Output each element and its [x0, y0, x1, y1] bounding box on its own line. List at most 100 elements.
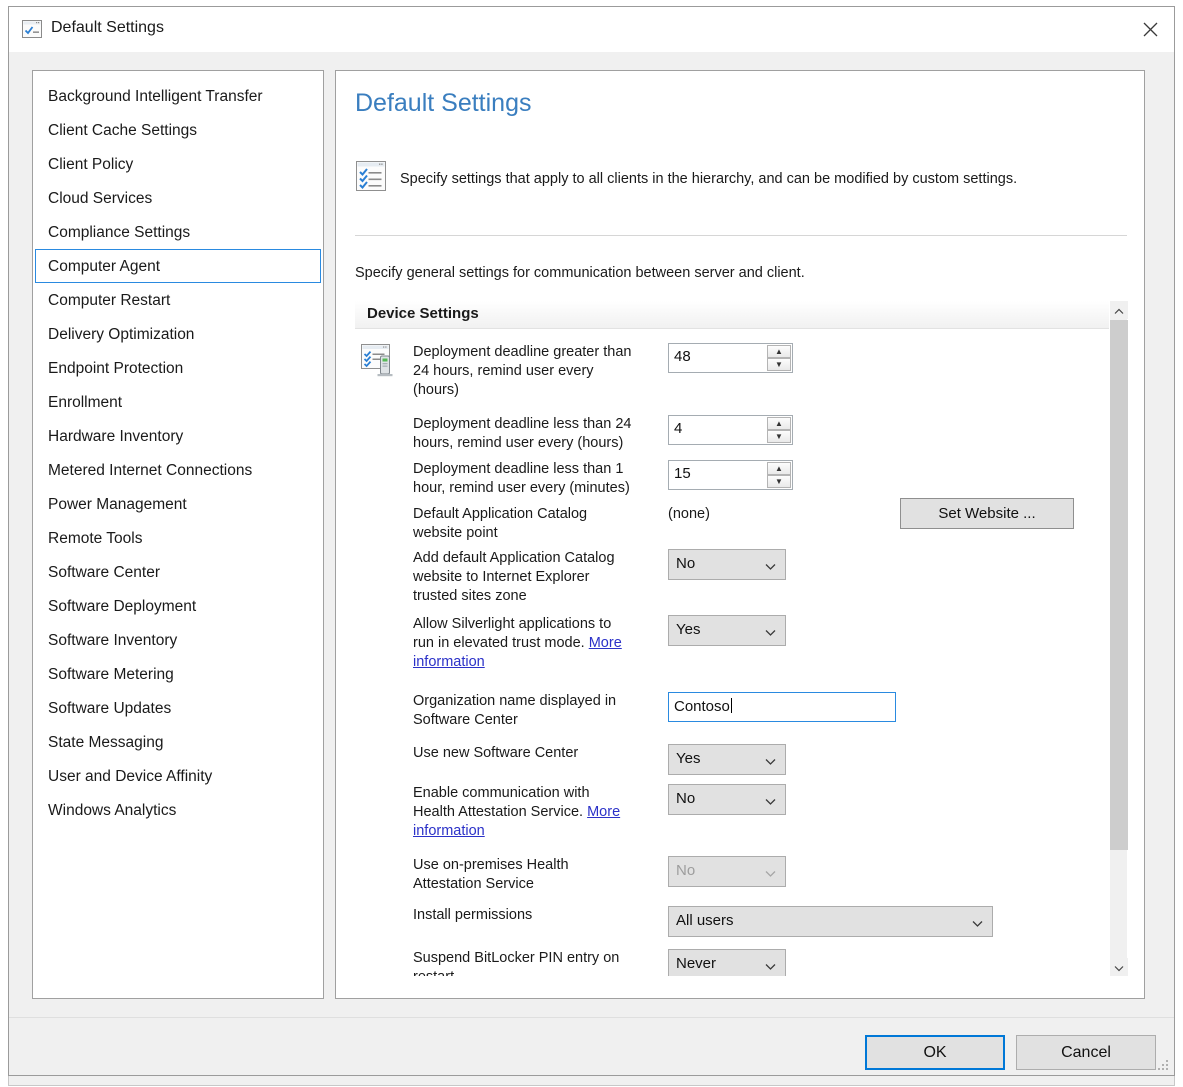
- scrollbar-thumb[interactable]: [1110, 320, 1128, 850]
- chevron-down-icon: [765, 625, 776, 636]
- divider: [355, 235, 1127, 236]
- sidebar-item-power-management[interactable]: Power Management: [35, 487, 321, 521]
- sidebar-item-label: Metered Internet Connections: [48, 462, 252, 479]
- enable-health-attestation-comm-dropdown[interactable]: No: [668, 784, 786, 815]
- set-website-button[interactable]: Set Website ...: [900, 498, 1074, 529]
- close-button[interactable]: [1126, 7, 1174, 51]
- settings-category-list[interactable]: Background Intelligent Transfer Client Ca…: [32, 70, 324, 999]
- organization-name-software-center-value: Contoso: [674, 698, 732, 715]
- sidebar-item-label: Cloud Services: [48, 190, 152, 207]
- sidebar-item-label: Software Updates: [48, 700, 171, 717]
- sidebar-item-client-policy[interactable]: Client Policy: [35, 147, 321, 181]
- spin-up-icon[interactable]: ▲: [767, 417, 791, 430]
- setting-control: 4 ▲▼: [668, 415, 793, 445]
- deadline-less-24h-spinner[interactable]: 4 ▲▼: [668, 415, 793, 445]
- sidebar-item-windows-analytics[interactable]: Windows Analytics: [35, 793, 321, 827]
- setting-label: Deployment deadline less than 1hour, rem…: [413, 460, 661, 498]
- sidebar-item-enrollment[interactable]: Enrollment: [35, 385, 321, 419]
- close-icon: [1143, 22, 1158, 37]
- settings-scrollbar[interactable]: [1109, 301, 1127, 976]
- setting-label: Add default Application Catalogwebsite t…: [413, 549, 661, 606]
- page-title: Default Settings: [355, 89, 532, 118]
- add-default-app-catalog-to-ie-value: No: [676, 555, 695, 572]
- deadline-less-24h-value: 4: [674, 420, 682, 437]
- use-new-software-center-dropdown[interactable]: Yes: [668, 744, 786, 775]
- setting-label: Deployment deadline less than 24hours, r…: [413, 415, 661, 453]
- suspend-bitlocker-pin-dropdown[interactable]: Never: [668, 949, 786, 976]
- sidebar-item-label: Delivery Optimization: [48, 326, 194, 343]
- spin-down-icon[interactable]: ▼: [767, 475, 791, 488]
- resize-grip[interactable]: [1156, 1058, 1170, 1072]
- spin-down-icon[interactable]: ▼: [767, 358, 791, 371]
- sidebar-item-label: Power Management: [48, 496, 187, 513]
- scroll-up-button[interactable]: [1110, 301, 1128, 319]
- sidebar-item-label: Computer Restart: [48, 292, 170, 309]
- cancel-button[interactable]: Cancel: [1016, 1035, 1156, 1070]
- sidebar-item-metered-internet-connections[interactable]: Metered Internet Connections: [35, 453, 321, 487]
- more-information-link-cont[interactable]: information: [413, 823, 485, 839]
- deadline-greater-24h-spin-buttons[interactable]: ▲▼: [767, 345, 791, 371]
- deadline-less-1h-spinner[interactable]: 15 ▲▼: [668, 460, 793, 490]
- add-default-app-catalog-to-ie-dropdown[interactable]: No: [668, 549, 786, 580]
- deadline-less-1h-value: 15: [674, 465, 691, 482]
- ok-button[interactable]: OK: [865, 1035, 1005, 1070]
- sidebar-item-remote-tools[interactable]: Remote Tools: [35, 521, 321, 555]
- sidebar-item-software-updates[interactable]: Software Updates: [35, 691, 321, 725]
- deadline-greater-24h-spinner[interactable]: 48 ▲▼: [668, 343, 793, 373]
- sidebar-item-endpoint-protection[interactable]: Endpoint Protection: [35, 351, 321, 385]
- sidebar-item-computer-restart[interactable]: Computer Restart: [35, 283, 321, 317]
- section-title: Device Settings: [367, 305, 479, 322]
- sidebar-item-software-deployment[interactable]: Software Deployment: [35, 589, 321, 623]
- sidebar-item-compliance-settings[interactable]: Compliance Settings: [35, 215, 321, 249]
- setting-control: All users: [668, 906, 993, 937]
- allow-silverlight-elevated-trust-dropdown[interactable]: Yes: [668, 615, 786, 646]
- sidebar-item-computer-agent[interactable]: Computer Agent: [35, 249, 321, 283]
- sidebar-item-user-and-device-affinity[interactable]: User and Device Affinity: [35, 759, 321, 793]
- setting-label: Default Application Catalogwebsite point: [413, 505, 661, 543]
- sidebar-item-label: Hardware Inventory: [48, 428, 183, 445]
- sidebar-item-software-center[interactable]: Software Center: [35, 555, 321, 589]
- sidebar-item-label: Background Intelligent Transfer: [48, 88, 263, 105]
- sidebar-item-label: Software Deployment: [48, 598, 196, 615]
- setting-control: (none)Set Website ...: [668, 505, 710, 522]
- install-permissions-dropdown[interactable]: All users: [668, 906, 993, 937]
- setting-label: Enable communication withHealth Attestat…: [413, 784, 661, 841]
- status-strip: [8, 1076, 1175, 1086]
- sidebar-item-software-metering[interactable]: Software Metering: [35, 657, 321, 691]
- deadline-greater-24h-value: 48: [674, 348, 691, 365]
- deadline-less-1h-spin-buttons[interactable]: ▲▼: [767, 462, 791, 488]
- more-information-link-cont[interactable]: information: [413, 654, 485, 670]
- organization-name-software-center-input[interactable]: Contoso: [668, 692, 896, 722]
- spin-up-icon[interactable]: ▲: [767, 462, 791, 475]
- sidebar-item-label: Endpoint Protection: [48, 360, 183, 377]
- sidebar-item-label: Compliance Settings: [48, 224, 190, 241]
- spin-down-icon[interactable]: ▼: [767, 430, 791, 443]
- sidebar-item-label: Software Metering: [48, 666, 174, 683]
- more-information-link[interactable]: More: [589, 635, 622, 651]
- setting-label: Use on-premises HealthAttestation Servic…: [413, 856, 661, 894]
- chevron-down-icon: [765, 959, 776, 970]
- setting-label: Use new Software Center: [413, 744, 661, 763]
- more-information-link[interactable]: More: [587, 804, 620, 820]
- use-on-premises-health-attestation-value: No: [676, 862, 695, 879]
- sidebar-item-client-cache-settings[interactable]: Client Cache Settings: [35, 113, 321, 147]
- sidebar-item-cloud-services[interactable]: Cloud Services: [35, 181, 321, 215]
- setting-control: 48 ▲▼: [668, 343, 793, 373]
- setting-control: No: [668, 784, 786, 815]
- sidebar-item-label: State Messaging: [48, 734, 163, 751]
- scroll-down-button[interactable]: [1110, 958, 1128, 976]
- default-app-catalog-website-point-value: (none): [668, 506, 710, 522]
- sidebar-item-state-messaging[interactable]: State Messaging: [35, 725, 321, 759]
- sidebar-item-software-inventory[interactable]: Software Inventory: [35, 623, 321, 657]
- sidebar-item-hardware-inventory[interactable]: Hardware Inventory: [35, 419, 321, 453]
- spin-up-icon[interactable]: ▲: [767, 345, 791, 358]
- suspend-bitlocker-pin-value: Never: [676, 955, 716, 972]
- deadline-less-24h-spin-buttons[interactable]: ▲▼: [767, 417, 791, 443]
- window-title: Default Settings: [51, 19, 164, 37]
- install-permissions-value: All users: [676, 912, 734, 929]
- sidebar-item-label: Client Policy: [48, 156, 133, 173]
- sidebar-item-delivery-optimization[interactable]: Delivery Optimization: [35, 317, 321, 351]
- setting-control: 15 ▲▼: [668, 460, 793, 490]
- setting-control: No: [668, 856, 786, 887]
- sidebar-item-background-intelligent-transfer[interactable]: Background Intelligent Transfer: [35, 79, 321, 113]
